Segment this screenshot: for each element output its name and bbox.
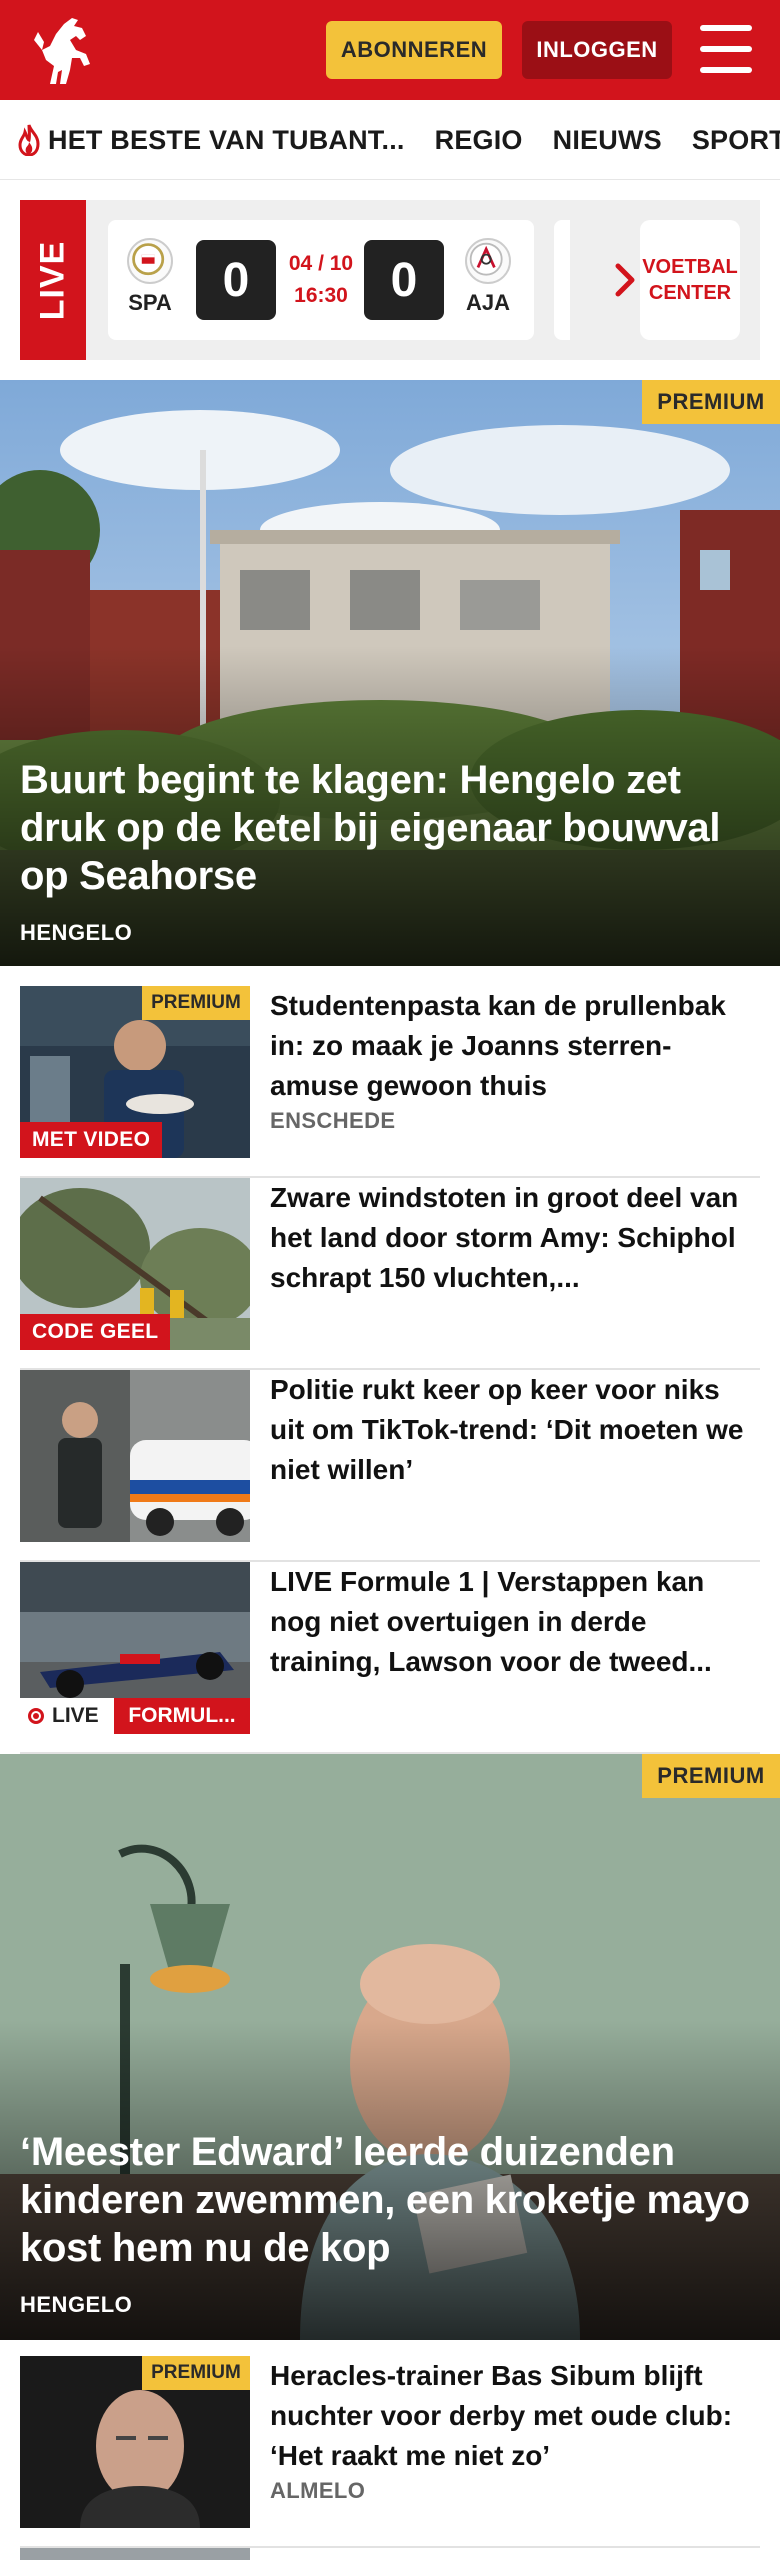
live-tab-label: LIVE [33,240,72,320]
home-score: 0 [196,240,276,320]
flame-icon [18,124,40,156]
category-label: FORMUL... [114,1698,250,1734]
match-date: 04 / 10 [288,252,354,275]
premium-badge: PREMIUM [142,2356,250,2390]
hero-location: HENGELO [20,2292,133,2317]
menu-icon[interactable] [700,25,752,73]
subscribe-button[interactable]: ABONNEREN [326,21,502,79]
nav-item-sport[interactable]: SPORT [692,125,780,156]
article-thumbnail [20,2548,250,2560]
live-tab: LIVE [20,200,86,360]
article-title[interactable]: Politie rukt keer op keer voor niks uit … [270,1370,760,1490]
next-match-card-edge[interactable] [554,220,570,340]
away-team: AJA [458,238,518,316]
nav-label: NIEUWS [552,124,662,155]
match-card[interactable]: SPA 0 04 / 10 16:30 0 AJA [108,220,534,340]
list-item[interactable]: PREMIUM MET VIDEO Studentenpasta kan de … [20,986,760,1178]
match-datetime: 04 / 10 16:30 [278,248,364,312]
hero-location: HENGELO [20,920,133,945]
nav-label: HET BESTE VAN TUBANT... [48,124,405,155]
article-thumbnail [20,1370,250,1542]
hero-title[interactable]: Buurt begint te klagen: Hengelo zet druk… [20,756,756,900]
sparta-crest-icon [127,238,173,284]
away-team-name: AJA [465,290,510,315]
list-item-partial[interactable] [20,2548,760,2560]
live-scores-bar: LIVE SPA 0 04 / 10 16:30 0 AJA VOETBAL C… [20,200,760,360]
live-chip: LIVE [20,1698,114,1734]
hero-article-2[interactable]: PREMIUM ‘Meester Edward’ leerde duizende… [0,1754,780,2340]
premium-badge: PREMIUM [142,986,250,1020]
nav-item-nieuws[interactable]: NIEUWS [553,125,662,156]
video-label: MET VIDEO [20,1122,163,1158]
live-dot-icon [28,1708,44,1724]
login-button[interactable]: INLOGGEN [522,21,672,79]
hero-article[interactable]: PREMIUM Buurt begint te klagen: Hengelo … [0,380,780,966]
article-title[interactable]: Heracles-trainer Bas Sibum blijft nuchte… [270,2356,760,2476]
nav-item-best-of[interactable]: HET BESTE VAN TUBANT... [16,124,405,156]
article-thumbnail: CODE GEEL [20,1178,250,1350]
hero-title[interactable]: ‘Meester Edward’ leerde duizenden kinder… [20,2128,756,2272]
article-thumbnail: PREMIUM [20,2356,250,2528]
article-title[interactable]: LIVE Formule 1 | Verstappen kan nog niet… [270,1562,760,1682]
article-thumbnail: LIVE FORMUL... [20,1562,250,1734]
list-item[interactable]: CODE GEEL Zware windstoten in groot deel… [20,1178,760,1370]
home-team-name: SPA [128,290,172,315]
nav-label: REGIO [434,124,523,155]
article-title[interactable]: Zware windstoten in groot deel van het l… [270,1178,760,1298]
live-chip-label: LIVE [52,1704,99,1727]
list-item[interactable]: PREMIUM Heracles-trainer Bas Sibum blijf… [20,2356,760,2548]
voetbal-center-link[interactable]: VOETBAL CENTER [640,220,740,340]
premium-badge: PREMIUM [642,1754,780,1798]
article-location: ALMELO [270,2478,366,2503]
warning-label: CODE GEEL [20,1314,171,1350]
premium-badge: PREMIUM [642,380,780,424]
nav-item-regio[interactable]: REGIO [435,125,523,156]
article-title[interactable]: Studentenpasta kan de prullenbak in: zo … [270,986,760,1106]
article-location: ENSCHEDE [270,1108,396,1133]
article-thumbnail: PREMIUM MET VIDEO [20,986,250,1158]
nav-label: SPORT [691,124,780,155]
away-score: 0 [364,240,444,320]
ajax-crest-icon [465,238,511,284]
match-time: 16:30 [294,284,348,307]
list-item[interactable]: Politie rukt keer op keer voor niks uit … [20,1370,760,1562]
site-header: ABONNEREN INLOGGEN [0,0,780,100]
main-nav: HET BESTE VAN TUBANT... REGIO NIEUWS SPO… [0,100,780,180]
home-team: SPA [120,238,180,316]
tubantia-horse-logo[interactable] [20,10,110,90]
list-item[interactable]: LIVE FORMUL... LIVE Formule 1 | Verstapp… [20,1562,760,1754]
